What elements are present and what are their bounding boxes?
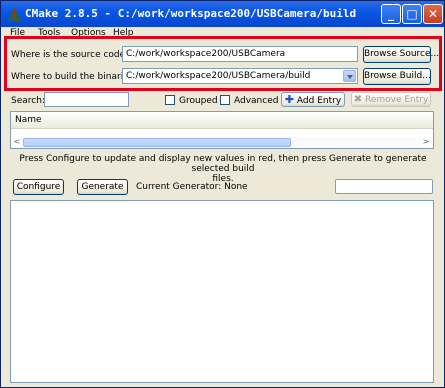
advanced-label: Advanced	[234, 96, 279, 106]
scroll-right-icon[interactable]: >	[420, 137, 432, 147]
grouped-label: Grouped	[179, 96, 218, 106]
advanced-checkbox[interactable]	[220, 95, 230, 105]
search-label: Search:	[11, 96, 45, 106]
cmake-triangle-icon	[7, 7, 21, 21]
configure-button[interactable]: Configure	[13, 179, 64, 195]
progress-bar	[335, 179, 433, 194]
maximize-button[interactable]: □	[402, 4, 422, 24]
close-icon: ✕	[427, 7, 439, 21]
horizontal-scrollbar[interactable]: < >	[11, 137, 433, 148]
close-button[interactable]: ✕	[423, 4, 443, 24]
scroll-left-icon[interactable]: <	[11, 137, 23, 147]
output-log[interactable]	[10, 200, 434, 383]
search-input[interactable]	[44, 92, 129, 107]
remove-entry-label: Remove Entry	[364, 95, 429, 105]
table-header: Name	[11, 112, 433, 129]
generate-button[interactable]: Generate	[77, 179, 128, 195]
add-entry-label: Add Entry	[296, 96, 342, 106]
hint-line-1: Press Configure to update and display ne…	[19, 154, 427, 174]
grouped-checkbox[interactable]	[165, 95, 175, 105]
window-title: CMake 2.8.5 - C:/work/workspace200/USBCa…	[25, 7, 357, 20]
remove-entry-button[interactable]: ✖ Remove Entry	[351, 92, 431, 107]
minimize-icon: _	[388, 7, 394, 21]
cmake-window: CMake 2.8.5 - C:/work/workspace200/USBCa…	[0, 0, 445, 388]
add-entry-button[interactable]: ✚ Add Entry	[281, 92, 345, 107]
scroll-thumb[interactable]	[23, 138, 291, 147]
cache-table: Name < >	[10, 111, 434, 149]
column-name-header[interactable]: Name	[15, 115, 42, 125]
minimize-button[interactable]: _	[381, 4, 401, 24]
remove-icon: ✖	[353, 94, 363, 105]
title-bar[interactable]: CMake 2.8.5 - C:/work/workspace200/USBCa…	[1, 1, 444, 27]
maximize-icon: □	[406, 7, 418, 21]
highlight-frame	[4, 36, 442, 91]
current-generator-label: Current Generator: None	[136, 182, 248, 192]
add-icon: ✚	[284, 93, 295, 106]
